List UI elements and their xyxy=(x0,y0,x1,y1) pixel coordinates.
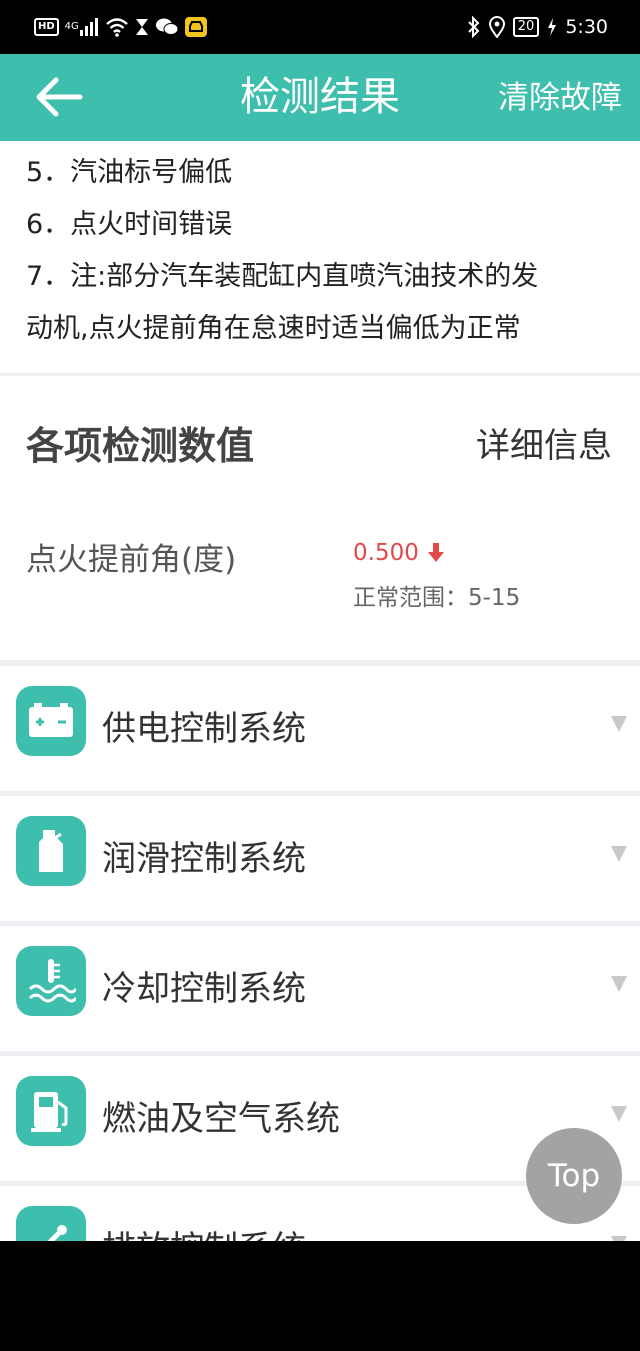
fuel-pump-icon xyxy=(16,1076,86,1146)
note-line: 5．汽油标号偏低 xyxy=(26,157,233,188)
system-label: 供电控制系统 xyxy=(102,709,306,749)
charging-icon xyxy=(547,17,557,37)
status-left-icons: HD 4G xyxy=(34,16,207,38)
arrow-down-icon xyxy=(427,543,444,562)
chevron-down-icon xyxy=(611,1106,627,1122)
back-arrow-icon xyxy=(36,77,83,117)
chevron-down-icon xyxy=(611,716,627,732)
bluetooth-icon xyxy=(467,16,481,38)
back-button[interactable] xyxy=(30,72,88,122)
clear-fault-button[interactable]: 清除故障 xyxy=(498,76,622,120)
hd-badge: HD xyxy=(34,18,59,36)
navigation-bar xyxy=(0,1241,640,1351)
chevron-down-icon xyxy=(611,1236,627,1241)
oil-bottle-icon xyxy=(16,816,86,886)
status-right-icons: 20 5:30 xyxy=(467,14,608,40)
system-row-cooling[interactable]: 冷却控制系统 xyxy=(0,926,640,1051)
exhaust-icon xyxy=(16,1206,86,1241)
param-value-row: 0.500 xyxy=(353,533,445,573)
detail-info-link[interactable]: 详细信息 xyxy=(476,420,612,472)
system-label: 润滑控制系统 xyxy=(102,839,306,879)
note-line: 7．注:部分汽车装配缸内直喷汽油技术的发 xyxy=(26,261,539,292)
note-line: 动机,点火提前角在怠速时适当偏低为正常 xyxy=(26,313,521,344)
status-bar: HD 4G 20 5:30 xyxy=(0,0,640,54)
system-label: 冷却控制系统 xyxy=(102,969,306,1009)
system-row-lubrication[interactable]: 润滑控制系统 xyxy=(0,796,640,921)
location-icon xyxy=(488,16,505,38)
battery-icon xyxy=(16,686,86,756)
network-type: 4G xyxy=(64,21,79,32)
car-app-icon xyxy=(184,17,207,37)
coolant-temperature-icon xyxy=(16,946,86,1016)
content-area[interactable]: 5．汽油标号偏低 6．点火时间错误 7．注:部分汽车装配缸内直喷汽油技术的发 动… xyxy=(0,141,640,1241)
note-line: 6．点火时间错误 xyxy=(26,209,233,240)
battery-level: 20 xyxy=(512,17,540,37)
signal-icon: 4G xyxy=(65,17,99,37)
wechat-icon xyxy=(155,17,179,37)
back-to-top-button[interactable]: Top xyxy=(526,1128,622,1224)
status-time: 5:30 xyxy=(565,16,608,38)
wifi-icon xyxy=(105,17,129,37)
param-range: 正常范围：5-15 xyxy=(353,585,521,611)
system-label: 燃油及空气系统 xyxy=(102,1099,340,1139)
param-name: 点火提前角(度) xyxy=(26,542,237,578)
hourglass-icon xyxy=(135,17,149,37)
system-row-power[interactable]: 供电控制系统 xyxy=(0,666,640,791)
chevron-down-icon xyxy=(611,846,627,862)
app-bar: 检测结果 清除故障 xyxy=(0,54,640,141)
summary-title: 各项检测数值 xyxy=(26,424,255,468)
diagnosis-notes: 5．汽油标号偏低 6．点火时间错误 7．注:部分汽车装配缸内直喷汽油技术的发 动… xyxy=(0,141,640,373)
measurement-summary: 各项检测数值 详细信息 点火提前角(度) 0.500 正常范围：5-15 xyxy=(0,376,640,660)
system-label: 排放控制系统 xyxy=(102,1224,306,1241)
chevron-down-icon xyxy=(611,976,627,992)
param-value: 0.500 xyxy=(353,540,419,566)
